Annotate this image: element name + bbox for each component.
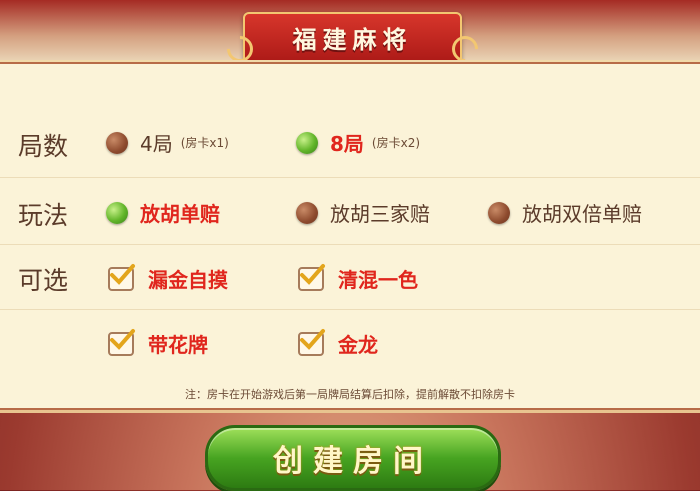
option-label: 金龙	[338, 333, 378, 357]
title-banner: 福建麻将	[243, 12, 462, 62]
option-label: 漏金自摸	[148, 268, 228, 292]
option-qinghun-yise[interactable]: 清混一色	[298, 263, 418, 293]
option-label: 带花牌	[148, 333, 208, 357]
page-title: 福建麻将	[292, 25, 413, 54]
option-cost: (房卡x1)	[180, 136, 229, 150]
option-label: 放胡单赔	[140, 202, 220, 226]
option-label: 放胡双倍单赔	[522, 202, 642, 226]
option-label: 8局	[330, 132, 364, 156]
checkmark-icon	[300, 328, 325, 350]
radio-on-icon[interactable]	[106, 201, 128, 224]
radio-off-icon[interactable]	[488, 201, 510, 224]
option-loujin-zimo[interactable]: 漏金自摸	[108, 263, 228, 293]
checkbox[interactable]	[298, 263, 325, 291]
option-label: 4局	[140, 132, 173, 156]
radio-off-icon[interactable]	[296, 201, 318, 224]
checkbox[interactable]	[298, 328, 325, 356]
room-card-note: 注：房卡在开始游戏后第一局牌局结算后扣除，提前解散不扣除房卡	[185, 388, 515, 401]
row-play-mode: 玩法 放胡单赔 放胡三家赔 放胡双倍单赔	[0, 178, 700, 245]
checkmark-icon	[110, 328, 135, 350]
option-cost: (房卡x2)	[371, 136, 421, 150]
row-optional: 可选 漏金自摸 清混一色	[0, 245, 700, 310]
option-fanghu-shuangbei[interactable]: 放胡双倍单赔	[488, 198, 642, 227]
create-room-button[interactable]: 创建房间	[205, 425, 501, 491]
create-room-label: 创建房间	[273, 444, 433, 479]
radio-on-icon[interactable]	[296, 131, 318, 154]
option-fanghu-sanjiapei[interactable]: 放胡三家赔	[296, 198, 430, 227]
option-daihuapai[interactable]: 带花牌	[108, 328, 208, 358]
checkmark-icon	[110, 263, 135, 285]
row-label-rounds: 局数	[18, 132, 69, 161]
options-panel: 局数 4局 (房卡x1) 8局 (房卡x2) 玩法 放胡单赔 放胡三家赔 放胡双…	[0, 60, 700, 413]
option-label: 清混一色	[338, 268, 418, 292]
row-rounds: 局数 4局 (房卡x1) 8局 (房卡x2)	[0, 107, 700, 178]
option-fanghu-danpei[interactable]: 放胡单赔	[106, 198, 220, 227]
radio-off-icon[interactable]	[106, 131, 128, 154]
option-jinlong[interactable]: 金龙	[298, 328, 378, 358]
checkmark-icon	[300, 263, 325, 285]
option-8-rounds[interactable]: 8局 (房卡x2)	[296, 128, 420, 157]
row-optional-extra: 带花牌 金龙	[0, 310, 700, 374]
row-label-play-mode: 玩法	[18, 201, 69, 230]
checkbox[interactable]	[108, 263, 135, 291]
row-label-optional: 可选	[18, 266, 69, 295]
option-4-rounds[interactable]: 4局 (房卡x1)	[106, 128, 229, 157]
checkbox[interactable]	[108, 328, 135, 356]
option-label: 放胡三家赔	[330, 202, 430, 226]
